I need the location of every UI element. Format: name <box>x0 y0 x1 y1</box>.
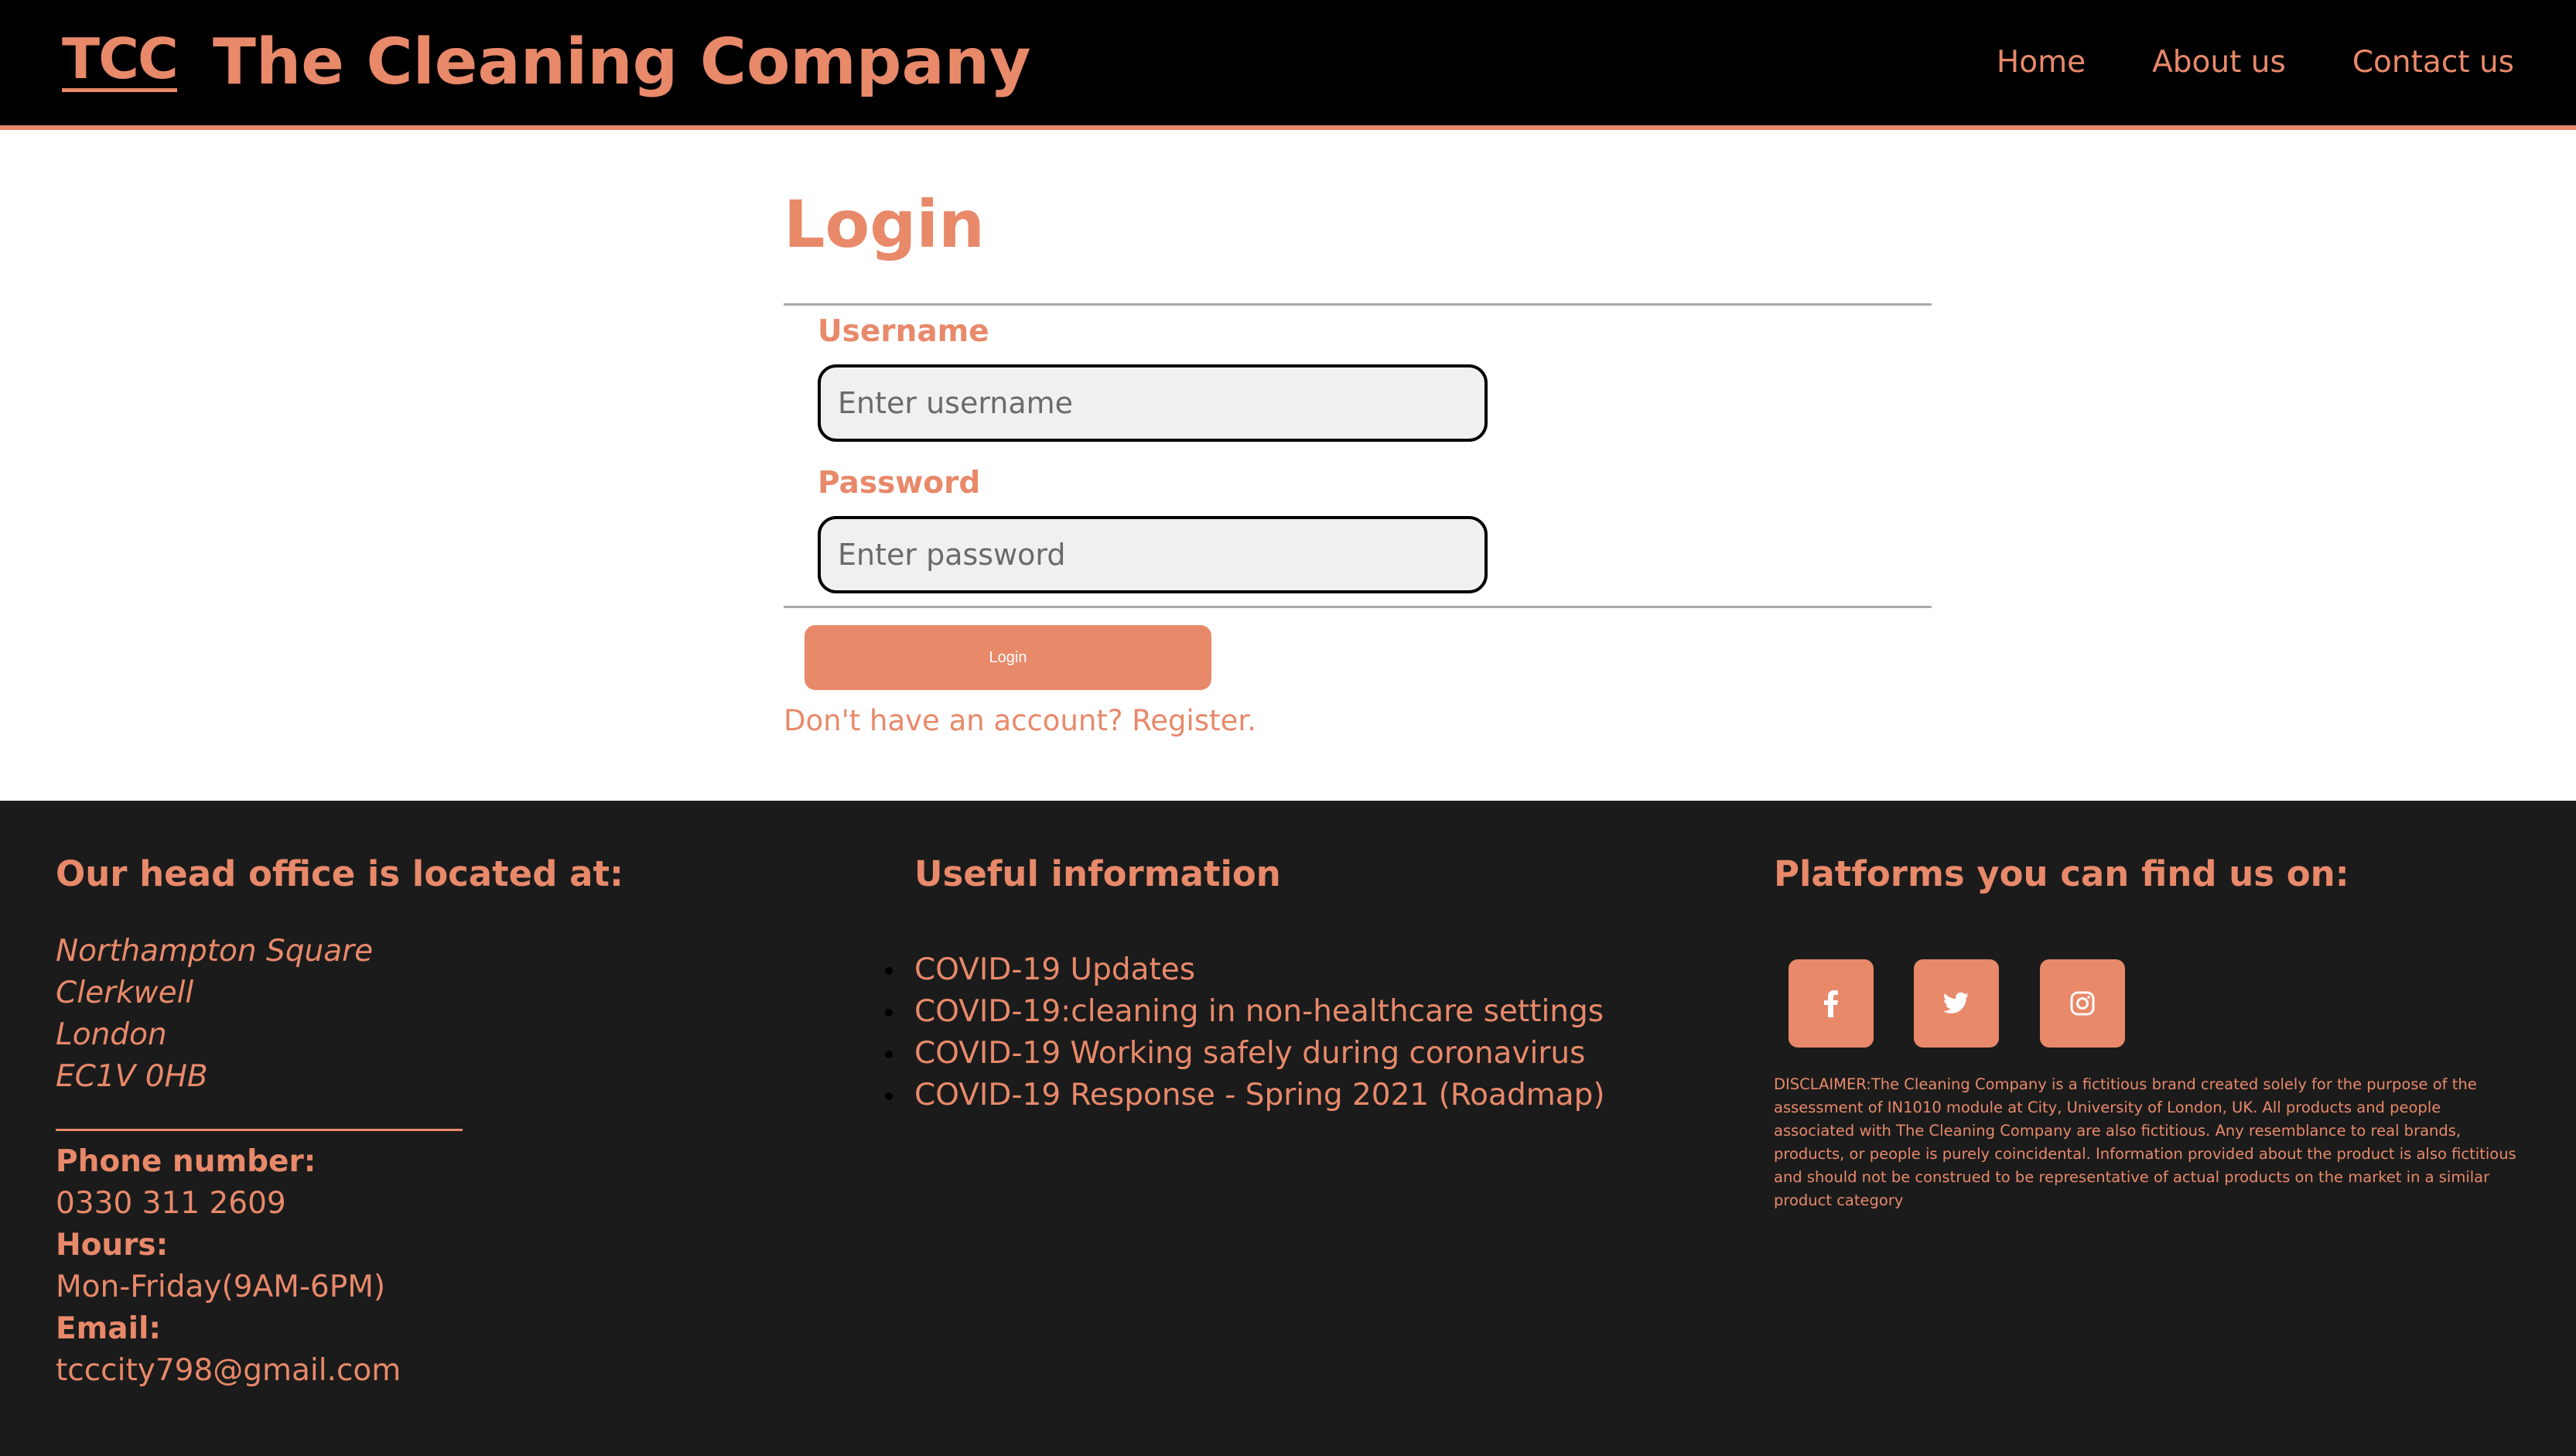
brand-name: The Cleaning Company <box>213 26 1031 99</box>
register-link[interactable]: Don't have an account? Register. <box>784 705 1256 737</box>
disclaimer-text: DISCLAIMER:The Cleaning Company is a fic… <box>1774 1075 2516 1209</box>
facebook-button[interactable] <box>1789 959 1874 1048</box>
site-footer: Our head office is located at: Northampt… <box>0 801 2576 1456</box>
password-label: Password <box>818 466 981 501</box>
office-heading: Our head office is located at: <box>56 853 624 894</box>
login-button[interactable]: Login <box>805 625 1211 690</box>
phone-number: 0330 311 2609 <box>56 1186 286 1221</box>
useful-info-link[interactable]: COVID-19 Working safely during coronavir… <box>885 1033 1605 1075</box>
office-contact: Phone number: 0330 311 2609 Hours: Mon-F… <box>56 1141 401 1392</box>
useful-info-link[interactable]: COVID-19:cleaning in non-healthcare sett… <box>885 991 1605 1033</box>
useful-info-link[interactable]: COVID-19 Updates <box>885 949 1605 991</box>
main-nav: Home About us Contact us <box>1997 46 2514 80</box>
facebook-icon <box>1824 990 1838 1017</box>
address-line: Northampton Square <box>56 934 374 969</box>
login-form: Username Password <box>784 303 1932 608</box>
platforms-heading: Platforms you can find us on: <box>1774 853 2349 894</box>
username-label: Username <box>818 314 989 349</box>
page-title: Login <box>784 186 985 262</box>
footer-divider <box>56 1129 463 1131</box>
nav-contact-link[interactable]: Contact us <box>2352 46 2514 80</box>
twitter-icon <box>1943 992 1969 1013</box>
nav-home-link[interactable]: Home <box>1997 46 2086 80</box>
instagram-icon <box>2070 991 2095 1016</box>
username-input[interactable] <box>818 364 1488 442</box>
phone-label: Phone number: <box>56 1144 316 1179</box>
office-address: Northampton Square Clerkwell London EC1V… <box>56 931 373 1098</box>
useful-info-heading: Useful information <box>914 853 1281 894</box>
email-address: tcccity798@gmail.com <box>56 1353 401 1388</box>
email-label: Email: <box>56 1311 161 1346</box>
address-line: Clerkwell <box>56 976 194 1010</box>
hours-value: Mon-Friday(9AM-6PM) <box>56 1270 386 1304</box>
useful-info-link[interactable]: COVID-19 Response - Spring 2021 (Roadmap… <box>885 1075 1605 1116</box>
address-line: London <box>56 1017 167 1052</box>
useful-info-list: COVID-19 Updates COVID-19:cleaning in no… <box>885 949 1605 1116</box>
twitter-button[interactable] <box>1914 959 1999 1048</box>
nav-about-link[interactable]: About us <box>2152 46 2286 80</box>
site-header: TCC The Cleaning Company Home About us C… <box>0 0 2576 130</box>
password-input[interactable] <box>818 516 1488 593</box>
hours-label: Hours: <box>56 1228 169 1263</box>
brand-logo[interactable]: TCC <box>62 31 179 92</box>
address-line: EC1V 0HB <box>56 1059 208 1094</box>
instagram-button[interactable] <box>2040 959 2125 1048</box>
